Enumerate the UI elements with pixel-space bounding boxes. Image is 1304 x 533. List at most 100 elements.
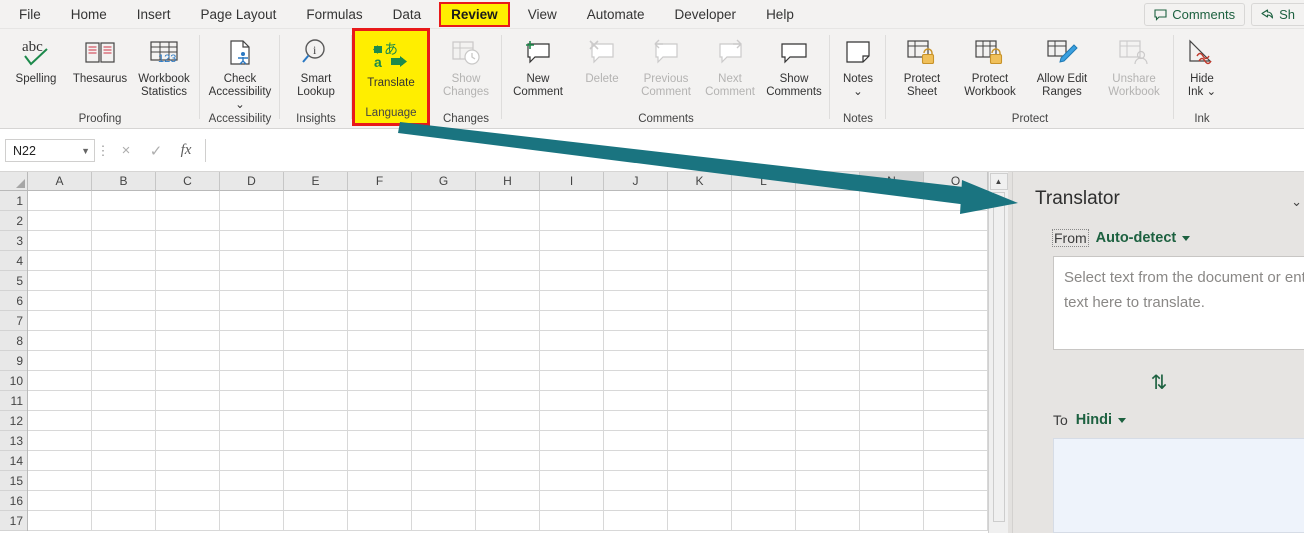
grid-cell-C13[interactable] (156, 431, 220, 451)
show-comments-button[interactable]: Show Comments (762, 29, 826, 99)
grid-cell-D2[interactable] (220, 211, 284, 231)
grid-cell-E12[interactable] (284, 411, 348, 431)
name-box[interactable]: N22 ▼ (5, 139, 95, 162)
row-header-12[interactable]: 12 (0, 411, 27, 431)
grid-cell-B6[interactable] (92, 291, 156, 311)
grid-cell-I15[interactable] (540, 471, 604, 491)
grid-cell-C1[interactable] (156, 191, 220, 211)
grid-cell-I14[interactable] (540, 451, 604, 471)
grid-cell-F13[interactable] (348, 431, 412, 451)
grid-cell-K13[interactable] (668, 431, 732, 451)
tab-review[interactable]: Review (439, 1, 510, 27)
grid-cell-F11[interactable] (348, 391, 412, 411)
column-header-K[interactable]: K (668, 172, 732, 191)
grid-cell-I11[interactable] (540, 391, 604, 411)
translate-button[interactable]: あ a Translate (359, 31, 423, 90)
grid-cell-B16[interactable] (92, 491, 156, 511)
grid-cell-O12[interactable] (924, 411, 988, 431)
tab-developer[interactable]: Developer (665, 4, 747, 25)
delete-comment-button[interactable]: Delete (570, 29, 634, 86)
grid-cell-M3[interactable] (796, 231, 860, 251)
grid-cell-G9[interactable] (412, 351, 476, 371)
grid-cell-D10[interactable] (220, 371, 284, 391)
grid-cell-C7[interactable] (156, 311, 220, 331)
grid-cell-D11[interactable] (220, 391, 284, 411)
grid-cell-B3[interactable] (92, 231, 156, 251)
grid-cell-N6[interactable] (860, 291, 924, 311)
grid-cell-F16[interactable] (348, 491, 412, 511)
grid-cell-K7[interactable] (668, 311, 732, 331)
grid-cell-C8[interactable] (156, 331, 220, 351)
grid-cell-O4[interactable] (924, 251, 988, 271)
grid-cell-H7[interactable] (476, 311, 540, 331)
grid-cell-B2[interactable] (92, 211, 156, 231)
confirm-entry-button[interactable]: ✓ (141, 142, 171, 160)
grid-cell-N2[interactable] (860, 211, 924, 231)
grid-cell-F12[interactable] (348, 411, 412, 431)
grid-cell-E2[interactable] (284, 211, 348, 231)
grid-cell-B8[interactable] (92, 331, 156, 351)
grid-cell-A9[interactable] (28, 351, 92, 371)
grid-cell-I17[interactable] (540, 511, 604, 531)
grid-cell-C9[interactable] (156, 351, 220, 371)
grid-cell-C16[interactable] (156, 491, 220, 511)
grid-cell-N5[interactable] (860, 271, 924, 291)
workbook-statistics-button[interactable]: 123 Workbook Statistics (132, 29, 196, 99)
grid-cell-G7[interactable] (412, 311, 476, 331)
select-all-corner[interactable] (0, 172, 28, 191)
grid-cell-N15[interactable] (860, 471, 924, 491)
grid-cell-O7[interactable] (924, 311, 988, 331)
protect-workbook-button[interactable]: Protect Workbook (954, 29, 1026, 99)
row-header-14[interactable]: 14 (0, 451, 27, 471)
grid-cell-J13[interactable] (604, 431, 668, 451)
scrollbar-thumb[interactable] (992, 192, 1005, 522)
grid-cell-F7[interactable] (348, 311, 412, 331)
pane-collapse-chevron-icon[interactable]: ⌄ (1291, 194, 1302, 210)
grid-cell-M11[interactable] (796, 391, 860, 411)
grid-cell-J4[interactable] (604, 251, 668, 271)
grid-cell-O15[interactable] (924, 471, 988, 491)
grid-cell-O9[interactable] (924, 351, 988, 371)
grid-cell-I13[interactable] (540, 431, 604, 451)
grid-cell-A6[interactable] (28, 291, 92, 311)
column-header-C[interactable]: C (156, 172, 220, 191)
column-header-O[interactable]: O (924, 172, 988, 191)
grid-cell-H10[interactable] (476, 371, 540, 391)
column-header-B[interactable]: B (92, 172, 156, 191)
grid-cell-L8[interactable] (732, 331, 796, 351)
grid-cell-H14[interactable] (476, 451, 540, 471)
share-button[interactable]: Sh (1251, 3, 1304, 26)
grid-cell-I4[interactable] (540, 251, 604, 271)
source-text-input[interactable]: Select text from the document or enter t… (1053, 256, 1304, 350)
grid-cell-F14[interactable] (348, 451, 412, 471)
grid-cell-I8[interactable] (540, 331, 604, 351)
grid-cell-E6[interactable] (284, 291, 348, 311)
grid-cell-A7[interactable] (28, 311, 92, 331)
grid-cell-K10[interactable] (668, 371, 732, 391)
grid-cell-B14[interactable] (92, 451, 156, 471)
grid-cell-K8[interactable] (668, 331, 732, 351)
grid-cell-B9[interactable] (92, 351, 156, 371)
grid-cell-K9[interactable] (668, 351, 732, 371)
grid-cell-G12[interactable] (412, 411, 476, 431)
grid-cell-C17[interactable] (156, 511, 220, 531)
grid-cell-B7[interactable] (92, 311, 156, 331)
grid-cell-I2[interactable] (540, 211, 604, 231)
grid-cell-G5[interactable] (412, 271, 476, 291)
grid-cell-E10[interactable] (284, 371, 348, 391)
grid-cell-L4[interactable] (732, 251, 796, 271)
grid-cell-M17[interactable] (796, 511, 860, 531)
grid-cell-G1[interactable] (412, 191, 476, 211)
grid-cell-M8[interactable] (796, 331, 860, 351)
grid-cell-L3[interactable] (732, 231, 796, 251)
tab-data[interactable]: Data (383, 4, 432, 25)
column-header-E[interactable]: E (284, 172, 348, 191)
column-header-G[interactable]: G (412, 172, 476, 191)
grid-cell-O10[interactable] (924, 371, 988, 391)
row-header-8[interactable]: 8 (0, 331, 27, 351)
grid-cell-M10[interactable] (796, 371, 860, 391)
grid-cell-K4[interactable] (668, 251, 732, 271)
grid-cell-J1[interactable] (604, 191, 668, 211)
grid-cell-D6[interactable] (220, 291, 284, 311)
grid-cell-C12[interactable] (156, 411, 220, 431)
